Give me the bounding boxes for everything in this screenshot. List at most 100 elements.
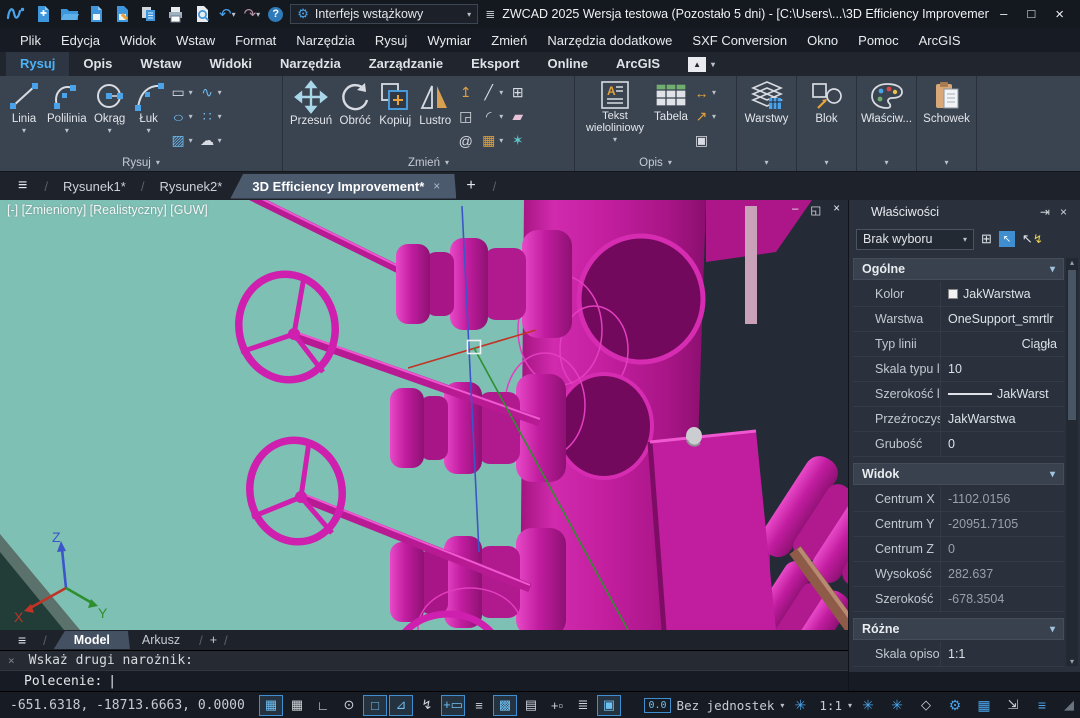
quick-properties-icon[interactable]: ▤ [519, 695, 543, 716]
blok-button[interactable]: Blok [807, 79, 847, 126]
warstwy-button[interactable]: Warstwy [742, 79, 792, 126]
transparency-icon[interactable]: ▩ [493, 695, 517, 716]
doc-tab-3d-efficiency[interactable]: 3D Efficiency Improvement* × [230, 174, 456, 199]
ribbon-tab-narzedzia[interactable]: Narzędzia [266, 52, 355, 76]
tekst-wieloliniowy-button[interactable]: A Tekst wieloliniowy ▾ [579, 79, 651, 145]
scroll-down-icon[interactable]: ▾ [1070, 657, 1074, 666]
new-file-icon[interactable] [34, 5, 52, 23]
property-row-warstwa[interactable]: Warstwa OneSupport_smrtlr [853, 307, 1064, 332]
hardware-accel-icon[interactable]: ▦ [972, 695, 996, 716]
przesun-button[interactable]: Przesuń [287, 79, 335, 128]
panel-schowek-footer[interactable]: ▾ [917, 154, 976, 171]
menu-narzedzia-dodatkowe[interactable]: Narzędzia dodatkowe [537, 31, 682, 50]
menu-sxf-conversion[interactable]: SXF Conversion [682, 31, 797, 50]
leader-button[interactable]: ↗▾ [691, 106, 718, 127]
polar-tracking-icon[interactable]: ⊙ [337, 695, 361, 716]
property-row-szerokosc[interactable]: Szerokość -678.3504 [853, 587, 1064, 612]
ribbon-collapse-control[interactable]: ▲ ▾ [688, 52, 715, 76]
new-tab-button[interactable]: + [456, 177, 485, 195]
print-icon[interactable] [166, 5, 185, 23]
property-row-skala-opisowa[interactable]: Skala opiso 1:1 [853, 642, 1064, 667]
caret-down-icon[interactable]: ▾ [256, 10, 260, 19]
publish-copy-icon[interactable] [139, 5, 158, 23]
property-row-centrum-x[interactable]: Centrum X -1102.0156 [853, 487, 1064, 512]
doc-tab-rysunek2[interactable]: Rysunek2* [151, 174, 230, 199]
caret-down-icon[interactable]: ▾ [65, 126, 69, 135]
dynamic-input-icon[interactable]: +▭ [441, 695, 465, 716]
scroll-up-icon[interactable]: ▴ [1070, 258, 1074, 267]
section-rozne[interactable]: Różne ▾ [853, 618, 1064, 640]
menu-format[interactable]: Format [225, 31, 286, 50]
settings-gear-icon[interactable]: ⚙ [943, 695, 967, 716]
close-history-icon[interactable]: × [8, 654, 15, 667]
menu-widok[interactable]: Widok [110, 31, 166, 50]
caret-down-icon[interactable]: ▾ [848, 701, 852, 710]
annotation-monitor-icon[interactable]: +▫ [545, 695, 569, 716]
property-row-wysokosc[interactable]: Wysokość 282.637 [853, 562, 1064, 587]
menu-plik[interactable]: Plik [10, 31, 51, 50]
collapse-up-icon[interactable]: ▲ [688, 57, 706, 72]
panel-warstwy-footer[interactable]: ▾ [737, 154, 796, 171]
ribbon-tab-widoki[interactable]: Widoki [195, 52, 266, 76]
new-layout-button[interactable]: + [210, 633, 217, 647]
grid-display-icon[interactable]: ▦ [285, 695, 309, 716]
redo-button[interactable]: ↷▾ [244, 5, 261, 23]
wlasciwosci-button[interactable]: Właściw... [858, 79, 915, 126]
layout-tabs-menu-icon[interactable]: ≡ [8, 632, 36, 648]
units-dropdown[interactable]: Bez jednostek [674, 698, 778, 713]
property-row-przezroczystosc[interactable]: Przeźroczyst... JakWarstwa [853, 407, 1064, 432]
polilinia-button[interactable]: Polilinia ▾ [44, 79, 90, 136]
annotation-lines-icon[interactable]: ≣ [571, 695, 595, 716]
save-as-icon[interactable] [113, 5, 131, 23]
vp-restore-button[interactable]: ◱ [810, 203, 821, 217]
fullscreen-icon[interactable]: ⇲ [1001, 695, 1025, 716]
ribbon-tab-arcgis[interactable]: ArcGIS [602, 52, 674, 76]
schowek-button[interactable]: Schowek [920, 79, 973, 126]
undo-button[interactable]: ↶▾ [219, 5, 236, 23]
ortho-icon[interactable]: ∟ [311, 695, 335, 716]
ribbon-tab-opis[interactable]: Opis [69, 52, 126, 76]
tab-arkusz[interactable]: Arkusz [130, 631, 192, 649]
toggle-pickadd-icon[interactable]: ↖↯ [1022, 231, 1043, 247]
point-button[interactable]: ∷▾ [197, 106, 224, 127]
viewport-sync-icon[interactable]: ▣ [597, 695, 621, 716]
resize-grip[interactable]: ◢ [1064, 697, 1074, 713]
maximize-button[interactable]: □ [1027, 6, 1035, 23]
property-row-centrum-y[interactable]: Centrum Y -20951.7105 [853, 512, 1064, 537]
polar-snap-icon[interactable]: ↯ [415, 695, 439, 716]
explode-button[interactable]: ✶ [507, 130, 528, 151]
stretch-button[interactable]: ↥ [455, 82, 476, 103]
annotation-visible-icon[interactable]: ✳ [856, 695, 880, 716]
property-row-szerokosc-linii[interactable]: Szerokość linii JakWarst [853, 382, 1064, 407]
revision-cloud-button[interactable]: ☁▾ [197, 130, 224, 151]
ribbon-tab-zarzadzanie[interactable]: Zarządzanie [355, 52, 457, 76]
panel-rysuj-footer[interactable]: Rysuj ▾ [0, 154, 282, 171]
lustro-button[interactable]: Lustro [415, 79, 455, 128]
panel-zmien-footer[interactable]: Zmień ▾ [283, 154, 574, 171]
viewport[interactable]: Z X Y [-] [Zmieniony] [Realistyczny] [GU… [0, 200, 848, 630]
close-button[interactable]: × [1055, 6, 1064, 23]
viewport-controls-label[interactable]: [-] [Zmieniony] [Realistyczny] [GUW] [7, 203, 208, 217]
units-icon[interactable]: 0.0 [644, 698, 670, 713]
trim-button[interactable]: ╱▾ [478, 82, 505, 103]
text-frame-button[interactable]: ▣ [691, 130, 718, 151]
scroll-thumb[interactable] [1068, 270, 1076, 420]
caret-down-icon[interactable]: ▾ [613, 135, 617, 144]
menu-zmien[interactable]: Zmień [481, 31, 537, 50]
kopiuj-button[interactable]: Kopiuj [375, 79, 415, 128]
okrag-button[interactable]: Okrąg ▾ [90, 79, 130, 136]
snap-grid-icon[interactable]: ▦ [259, 695, 283, 716]
menu-wstaw[interactable]: Wstaw [166, 31, 225, 50]
caret-down-icon[interactable]: ▾ [467, 10, 471, 19]
command-input-row[interactable]: Polecenie: | [0, 670, 848, 691]
statusbar-menu-icon[interactable]: ≡ [1030, 695, 1054, 716]
menu-narzedzia[interactable]: Narzędzia [286, 31, 365, 50]
viewport-3d-scene[interactable]: Z X Y [0, 200, 848, 630]
annotation-scale-value[interactable]: 1:1 [816, 698, 845, 713]
section-widok[interactable]: Widok ▾ [853, 463, 1064, 485]
selection-cycling-icon[interactable]: ◇ [914, 695, 938, 716]
obroc-button[interactable]: Obróć [335, 79, 375, 128]
menu-edycja[interactable]: Edycja [51, 31, 110, 50]
lineweight-icon[interactable]: ≡ [467, 695, 491, 716]
tabela-button[interactable]: Tabela [651, 79, 691, 124]
